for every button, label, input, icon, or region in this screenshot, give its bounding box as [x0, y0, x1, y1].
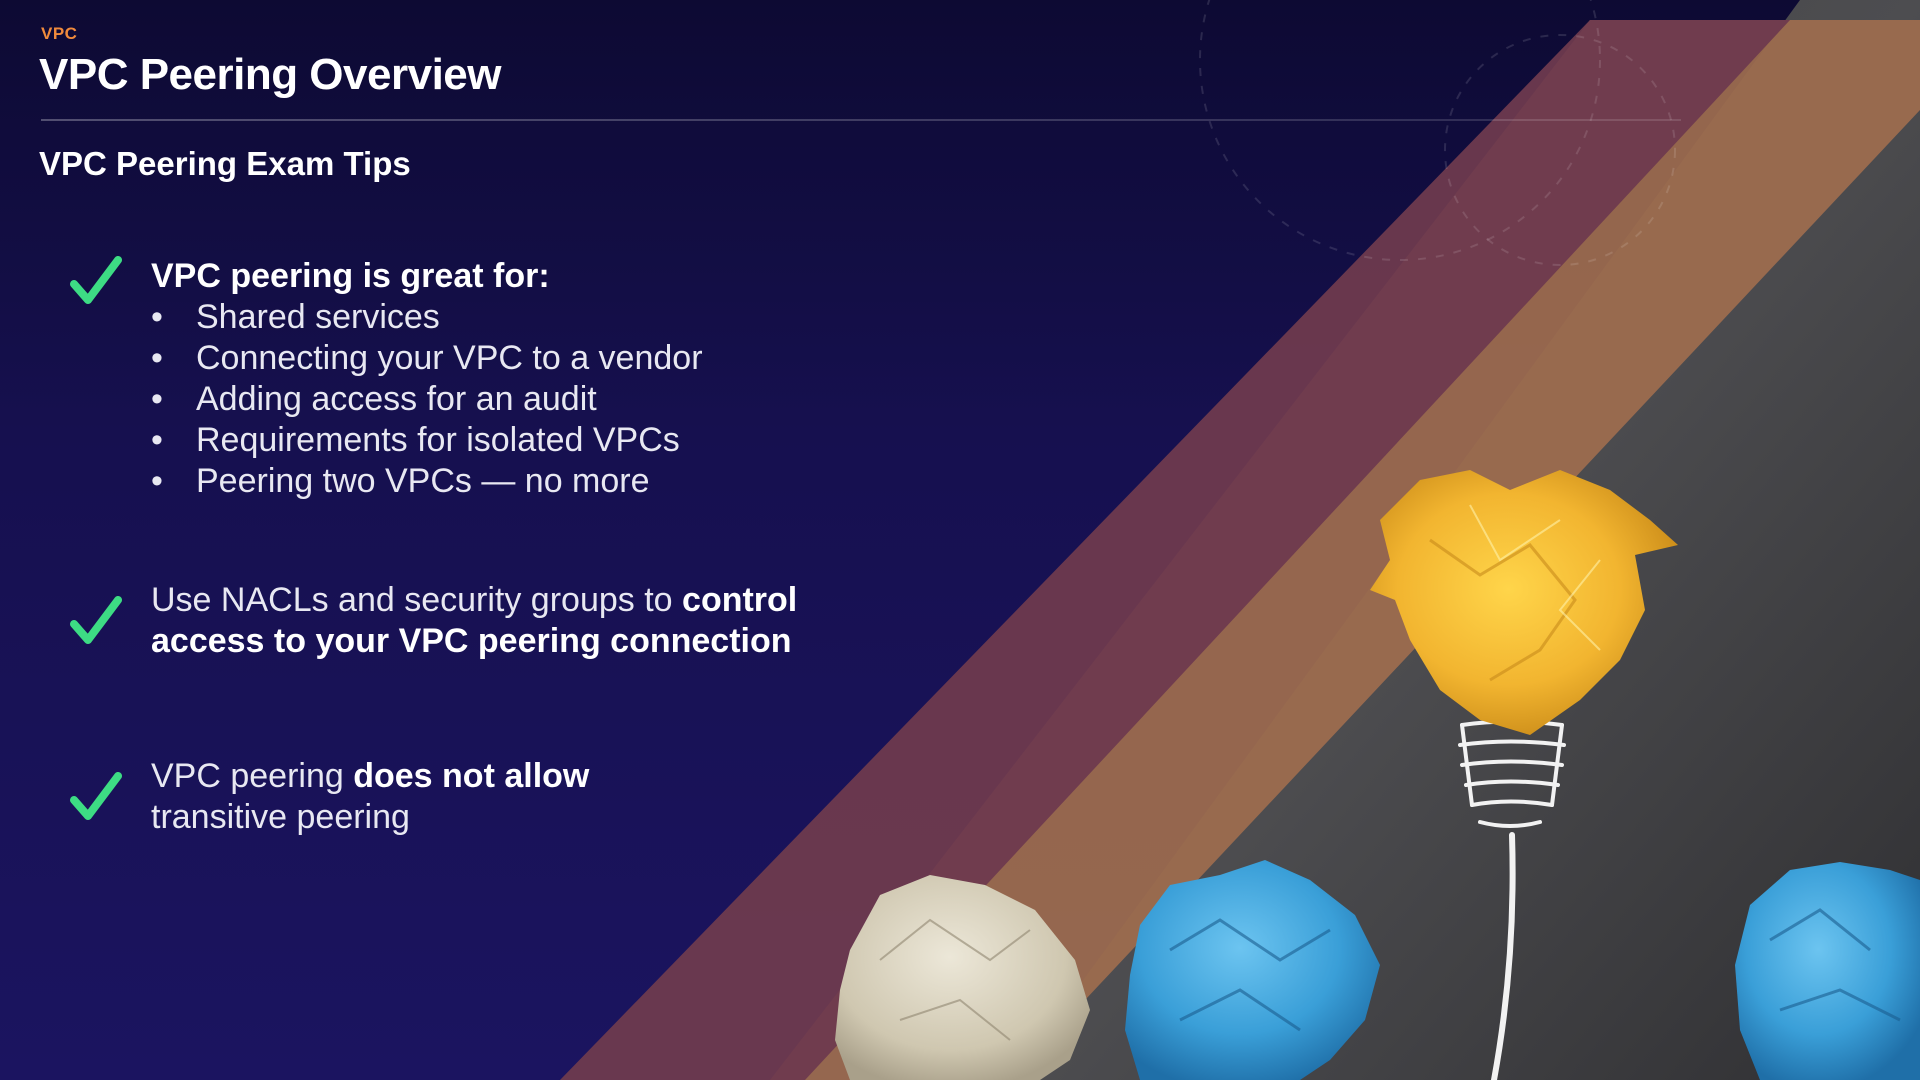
tip-text: Use NACLs and security groups to: [151, 581, 683, 619]
tip-text-suffix: transitive peering: [151, 798, 410, 836]
list-item: • Shared services: [151, 298, 440, 336]
tip-body: VPC peering does not allow transitive pe…: [151, 756, 671, 838]
title-divider: [41, 119, 1681, 121]
list-item-text: Requirements for isolated VPCs: [196, 421, 680, 459]
tip-body: VPC peering is great for: • Shared servic…: [151, 256, 911, 502]
list-item-text: Shared services: [196, 298, 440, 336]
list-item: • Adding access for an audit: [151, 380, 597, 418]
list-item: • Connecting your VPC to a vendor: [151, 339, 703, 377]
page-title: VPC Peering Overview: [39, 50, 502, 99]
tip-heading: VPC peering is great for:: [151, 257, 550, 295]
check-icon: [70, 256, 122, 304]
blue-paper-ball-right: [1735, 862, 1920, 1080]
list-item-text: Peering two VPCs — no more: [196, 462, 650, 500]
tip-text: VPC peering: [151, 757, 354, 795]
list-item-text: Connecting your VPC to a vendor: [196, 339, 703, 377]
tip-text-emphasis: does not allow: [353, 757, 590, 795]
section-label: VPC: [41, 24, 78, 43]
slide: VPC VPC Peering Overview VPC Peering Exa…: [0, 0, 1920, 1080]
check-icon: [70, 772, 122, 820]
check-icon: [70, 596, 122, 644]
list-item: • Peering two VPCs — no more: [151, 462, 650, 500]
bullet-list: • Shared services • Connecting your VPC to…: [151, 297, 911, 502]
list-item-text: Adding access for an audit: [196, 380, 597, 418]
list-item: • Requirements for isolated VPCs: [151, 421, 680, 459]
tip-body: Use NACLs and security groups to control…: [151, 580, 911, 662]
subtitle: VPC Peering Exam Tips: [39, 145, 411, 182]
